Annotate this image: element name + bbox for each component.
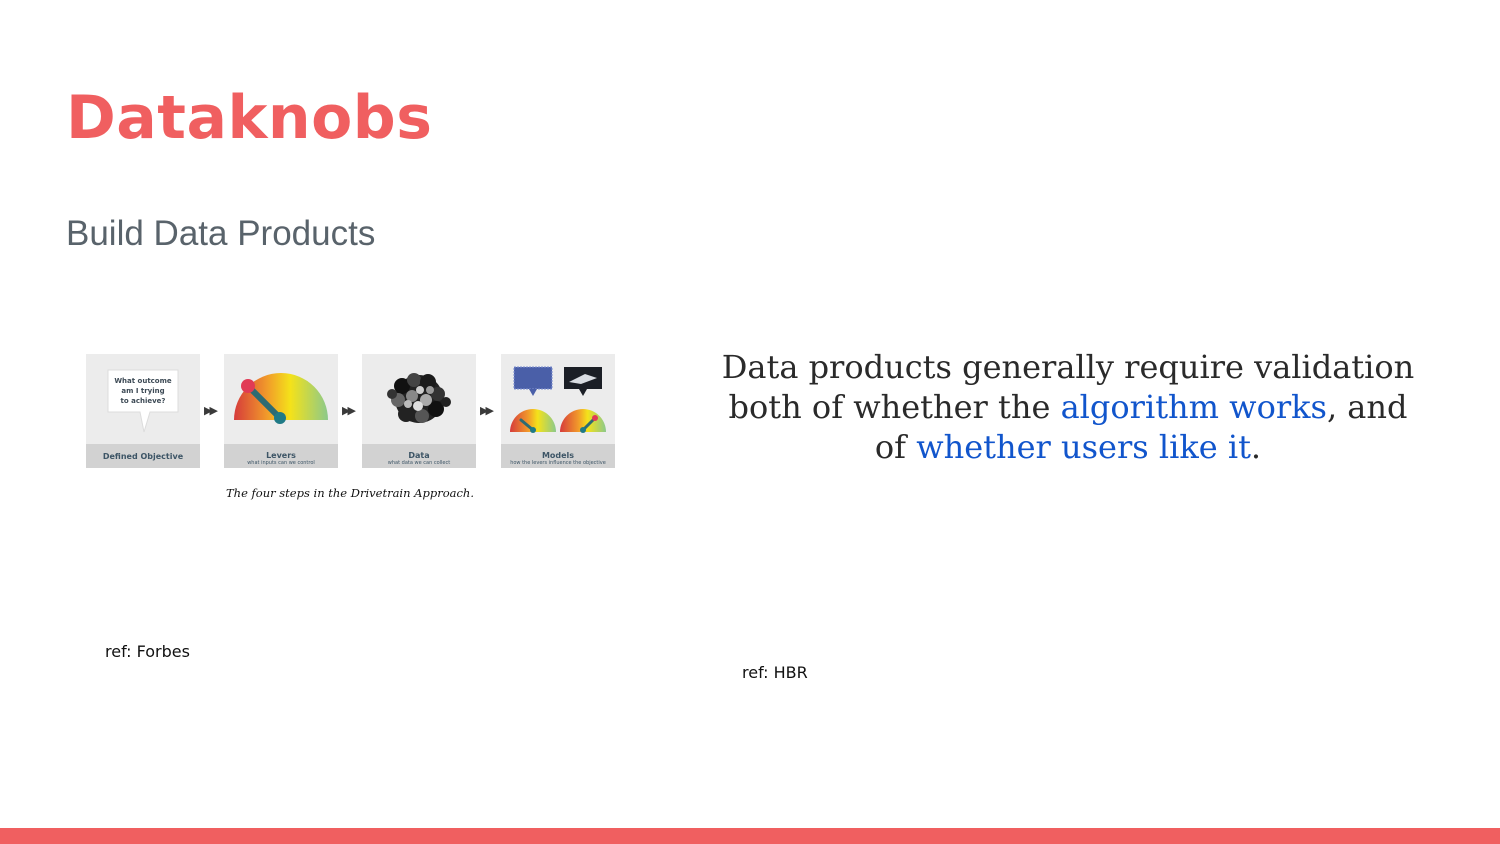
step-label: Defined Objective [102,452,184,461]
step-models: Models how the levers influence the obje… [501,354,615,468]
step-sublabel: how the levers influence the objective [510,460,606,466]
slide-title: Dataknobs [66,83,433,153]
question-line-3: to achieve? [121,397,166,405]
quote-text-3: . [1250,428,1262,466]
algorithm-works-link[interactable]: algorithm works [1061,388,1327,426]
speech-bubble-icon: What outcome am I trying to achieve? [107,369,179,433]
ref-hbr: ref: HBR [742,663,808,682]
step-sublabel: what inputs can we control [247,460,315,466]
data-cluster-icon [387,373,451,423]
step-label: Data [408,451,430,460]
double-arrow-icon: ▶▶ [480,404,494,417]
validation-quote: Data products generally require validati… [712,347,1424,467]
drivetrain-diagram: What outcome am I trying to achieve? Def… [86,354,616,470]
question-line-1: What outcome [114,377,172,385]
slide-subtitle: Build Data Products [66,214,376,253]
diagram-caption: The four steps in the Drivetrain Approac… [226,486,474,500]
step-levers: Levers what inputs can we control [224,354,338,468]
ref-forbes: ref: Forbes [105,642,190,661]
step-label: Models [541,451,575,460]
step-defined-objective: What outcome am I trying to achieve? Def… [86,354,200,468]
double-arrow-icon: ▶▶ [204,404,218,417]
double-arrow-icon: ▶▶ [342,404,356,417]
users-like-it-link[interactable]: whether users like it [916,428,1251,466]
step-sublabel: what data we can collect [387,460,451,466]
gauge-icon [234,373,328,424]
question-line-2: am I trying [121,387,164,395]
models-icon [510,366,606,433]
step-data: Data what data we can collect [362,354,476,468]
step-label: Levers [266,451,296,460]
bottom-accent-bar [0,828,1500,844]
